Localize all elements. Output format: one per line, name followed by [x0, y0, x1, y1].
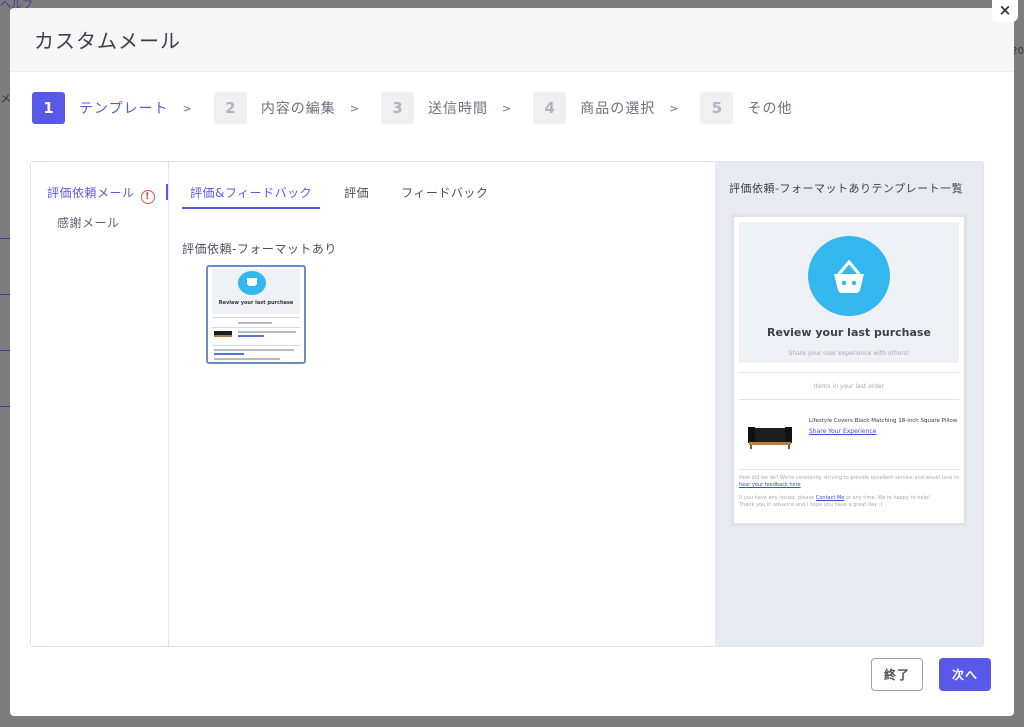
thumbnail-heading: Review your last purchase [218, 300, 294, 306]
step-number: 1 [32, 92, 65, 124]
preview-hero: Review your last purchase Share your use… [739, 222, 959, 363]
sidebar-item-label: 感謝メール [57, 216, 120, 230]
preview-share-link[interactable]: Share Your Experience [809, 428, 876, 435]
sidebar-item-review-request[interactable]: 評価依頼メール! [47, 184, 155, 204]
contact-link[interactable]: Contact Me [816, 495, 844, 501]
template-list: 評価&フィードバック 評価 フィードバック 評価依頼-フォーマットあり Revi… [170, 162, 715, 646]
step-label: 送信時間 [428, 101, 489, 117]
tab-feedback[interactable]: フィードバック [393, 184, 496, 209]
thumbnail-text [238, 322, 272, 324]
thumbnail-text [214, 358, 280, 360]
step-number: 4 [533, 92, 567, 124]
step-wizard: 1 テンプレート > 2 内容の編集 > 3 送信時間 > 4 商品の選択 > … [32, 92, 814, 124]
mail-type-sidebar: 評価依頼メール! 感謝メール [31, 162, 169, 646]
footer-text: at any time. We're happy to help! [845, 495, 931, 501]
background-divider [0, 350, 10, 351]
step-label: 商品の選択 [580, 101, 656, 117]
modal-header: カスタムメール [10, 8, 1014, 72]
step-label: その他 [747, 101, 793, 117]
close-modal-button[interactable]: × [992, 0, 1018, 22]
preview-divider [739, 399, 959, 400]
feedback-link[interactable]: hear your feedback here [739, 482, 801, 488]
preview-heading: Review your last purchase [767, 326, 931, 339]
thumbnail-link [238, 335, 264, 337]
email-preview-card: Review your last purchase Share your use… [731, 214, 967, 526]
step-arrow: > [669, 101, 679, 115]
step-label: テンプレート [79, 101, 169, 117]
footer-text: How did we do? We're constantly striving… [739, 475, 960, 481]
template-tabs: 評価&フィードバック 評価 フィードバック [182, 184, 512, 209]
sidebar-item-thanks-mail[interactable]: 感謝メール [57, 214, 120, 231]
step-number: 2 [213, 92, 247, 124]
preview-basket-circle [808, 236, 890, 316]
preview-divider [739, 469, 959, 470]
template-preview-pane: 評価依頼-フォーマットありテンプレート一覧 Review your last p… [715, 162, 983, 646]
step-number: 3 [381, 92, 415, 124]
footer-text: If you have any issues, please [739, 495, 815, 501]
step-select-product[interactable]: 4 商品の選択 > [533, 92, 678, 124]
preview-footer-feedback: How did we do? We're constantly striving… [739, 475, 961, 489]
thumbnail-link [214, 353, 244, 355]
step-number: 5 [700, 92, 734, 124]
preview-product-name: Lifestyle Covers Black Matching 18-inch … [809, 418, 958, 424]
next-button[interactable]: 次へ [939, 658, 991, 691]
modal-title: カスタムメール [34, 29, 181, 53]
step-label: 内容の編集 [260, 101, 336, 117]
thumbnail-sofa-image [214, 331, 232, 337]
preview-divider [739, 372, 959, 373]
basket-icon [247, 278, 257, 286]
preview-items-label: Items in your last order [813, 383, 885, 390]
tab-review-feedback[interactable]: 評価&フィードバック [182, 184, 321, 209]
step-other[interactable]: 5 その他 [700, 92, 792, 124]
warning-icon: ! [140, 190, 155, 204]
step-arrow: > [182, 101, 192, 115]
preview-footer-thanks: Thank you in advance and I hope you have… [739, 502, 883, 508]
template-panel: 評価依頼メール! 感謝メール 評価&フィードバック 評価 フィードバック 評価依… [30, 161, 984, 647]
step-template[interactable]: 1 テンプレート > [32, 92, 192, 124]
background-divider [0, 238, 10, 239]
thumbnail-text [214, 349, 294, 351]
step-send-time[interactable]: 3 送信時間 > [381, 92, 511, 124]
close-icon: × [998, 1, 1012, 19]
tab-review[interactable]: 評価 [336, 184, 377, 209]
custom-mail-modal: カスタムメール 1 テンプレート > 2 内容の編集 > 3 送信時間 > 4 … [10, 8, 1014, 716]
thumbnail-text [238, 331, 296, 333]
basket-icon [834, 259, 864, 293]
section-title: 評価依頼-フォーマットあり [182, 242, 337, 256]
active-indicator [166, 184, 168, 200]
thumbnail-divider [212, 317, 300, 318]
template-thumbnail[interactable]: Review your last purchase [206, 265, 306, 364]
product-sofa-image [748, 427, 792, 449]
sidebar-item-label: 評価依頼メール [47, 186, 135, 200]
background-divider [0, 294, 10, 295]
end-button[interactable]: 終了 [871, 658, 923, 691]
preview-title: 評価依頼-フォーマットありテンプレート一覧 [729, 182, 964, 195]
preview-subheading: Share your user experience with others! [788, 350, 910, 357]
step-arrow: > [502, 101, 512, 115]
step-arrow: > [349, 101, 360, 115]
step-edit-content[interactable]: 2 内容の編集 > [213, 92, 360, 124]
thumbnail-divider [212, 345, 300, 346]
background-divider [0, 406, 10, 407]
thumbnail-divider [212, 327, 300, 328]
preview-footer-contact: If you have any issues, please Contact M… [739, 495, 961, 502]
